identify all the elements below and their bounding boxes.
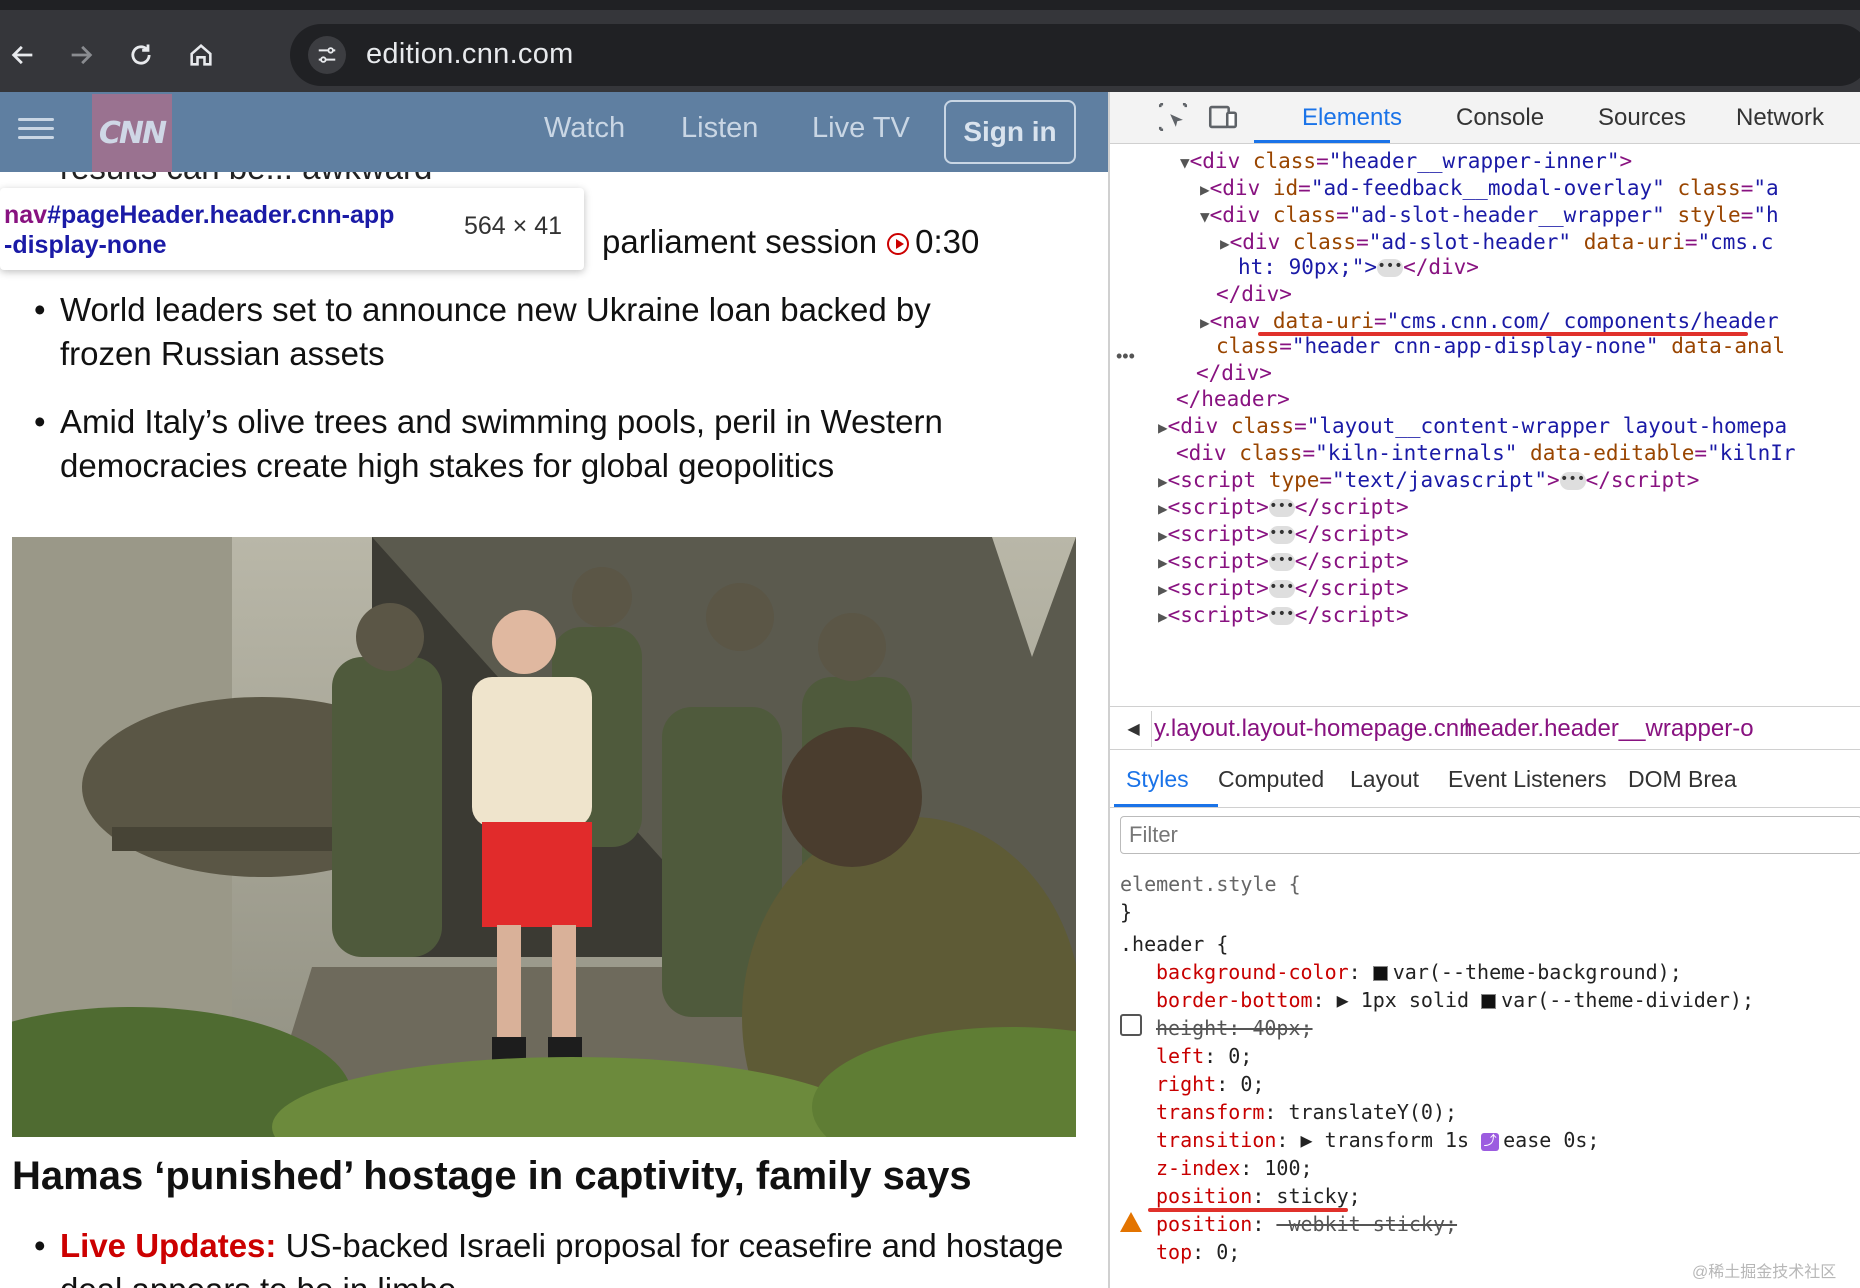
dom-node[interactable]: <div class="kiln-internals" data-editabl… xyxy=(1176,438,1796,468)
node-actions-ellipsis[interactable]: ••• xyxy=(1116,346,1135,367)
dom-node[interactable]: ▶<script type="text/javascript">•••</scr… xyxy=(1158,465,1699,495)
tab-sources[interactable]: Sources xyxy=(1598,104,1686,132)
tab-dom-breakpoints[interactable]: DOM Brea xyxy=(1628,766,1737,793)
dom-tree: ▼<div class="header__wrapper-inner"> ▶<d… xyxy=(1142,144,1860,706)
declaration-checkbox[interactable] xyxy=(1120,1014,1142,1036)
home-icon xyxy=(190,43,212,66)
main-headline[interactable]: Hamas ‘punished’ hostage in captivity, f… xyxy=(12,1154,972,1199)
dom-node[interactable]: ▼<div class="ad-slot-header__wrapper" st… xyxy=(1200,200,1779,230)
cnn-logo[interactable]: CNN xyxy=(92,94,172,172)
dom-node[interactable]: ▶<script>•••</script> xyxy=(1158,600,1409,630)
dom-node[interactable]: ▶<script>•••</script> xyxy=(1158,573,1409,603)
hostage-rescue-photo[interactable] xyxy=(12,537,1076,1137)
styles-rules-pane: element.style { } .header { background-c… xyxy=(1110,862,1860,1288)
tab-console[interactable]: Console xyxy=(1456,104,1544,132)
sign-in-button[interactable]: Sign in xyxy=(944,100,1076,164)
dom-node[interactable]: </div> xyxy=(1216,279,1292,309)
css-declaration[interactable]: right: 0; xyxy=(1156,1072,1264,1096)
breadcrumb-item[interactable]: header.header__wrapper-o xyxy=(1464,715,1754,743)
css-declaration-overridden[interactable]: height: 40px; xyxy=(1156,1016,1313,1040)
list-item[interactable]: World leaders set to announce new Ukrain… xyxy=(30,288,1030,376)
css-declaration[interactable]: background-color: var(--theme-background… xyxy=(1156,960,1682,984)
dom-node[interactable]: ▶<div id="ad-feedback__modal-overlay" cl… xyxy=(1200,173,1779,203)
nav-link-listen[interactable]: Listen xyxy=(681,112,758,145)
video-duration: 0:30 xyxy=(915,223,980,260)
forward-button[interactable] xyxy=(58,32,104,78)
rule-close-brace: } xyxy=(1120,900,1133,924)
reload-icon xyxy=(131,44,151,65)
breadcrumb-scroll-left-icon[interactable]: ◀ xyxy=(1116,711,1152,747)
header-rule-selector[interactable]: .header { xyxy=(1120,932,1228,956)
css-declaration[interactable]: transition: ▶ transform 1s ⤴ ease 0s; xyxy=(1156,1128,1599,1152)
warning-icon xyxy=(1120,1212,1142,1232)
play-icon xyxy=(887,233,910,255)
live-label: Live Updates: xyxy=(60,1227,277,1264)
css-declaration[interactable]: z-index: 100; xyxy=(1156,1156,1313,1180)
css-declaration[interactable]: border-bottom: ▶ 1px solid var(--theme-d… xyxy=(1156,988,1754,1012)
browser-toolbar: edition.cnn.com xyxy=(0,0,1860,92)
hamburger-menu-icon[interactable] xyxy=(18,112,54,148)
address-bar[interactable]: edition.cnn.com xyxy=(290,24,1860,86)
devtools-panel: Elements Console Sources Network ••• ▼<d… xyxy=(1108,92,1860,1288)
tooltip-size: 564 × 41 xyxy=(464,212,563,240)
css-declaration-invalid[interactable]: position: -webkit-sticky; xyxy=(1156,1212,1457,1236)
dom-node[interactable]: ▶<script>•••</script> xyxy=(1158,492,1409,522)
red-annotation-underline xyxy=(1258,332,1748,336)
active-tab-indicator xyxy=(1254,140,1390,143)
dom-node[interactable]: ▼<div class="header__wrapper-inner"> xyxy=(1180,146,1632,176)
watermark: @稀土掘金技术社区 xyxy=(1692,1264,1837,1281)
breadcrumb-item[interactable]: y.layout.layout-homepage.cnn xyxy=(1154,715,1472,743)
styles-filter-input[interactable]: Filter xyxy=(1120,816,1860,854)
css-declaration[interactable]: left: 0; xyxy=(1156,1044,1252,1068)
headline-bullet-list: World leaders set to announce new Ukrain… xyxy=(30,288,1030,512)
arrow-left-icon xyxy=(11,45,33,65)
page-viewport: results can be... awkward CNN Watch List… xyxy=(0,92,1110,1288)
reload-button[interactable] xyxy=(118,32,164,78)
inspect-element-icon[interactable] xyxy=(1156,100,1192,136)
color-swatch[interactable] xyxy=(1372,966,1388,981)
back-button[interactable] xyxy=(0,32,46,78)
devtools-toolbar: Elements Console Sources Network xyxy=(1110,92,1860,144)
tab-network[interactable]: Network xyxy=(1736,104,1824,132)
devtools-inspect-tooltip: nav#pageHeader.header.cnn-app -display-n… xyxy=(0,188,584,270)
cnn-logo-text: CNN xyxy=(98,115,167,151)
live-updates-item[interactable]: Live Updates: US-backed Israeli proposal… xyxy=(30,1224,1090,1288)
list-item[interactable]: Live Updates: US-backed Israeli proposal… xyxy=(30,1224,1090,1288)
dom-node[interactable]: ▶<div class="layout__content-wrapper lay… xyxy=(1158,411,1787,441)
photo-illustration xyxy=(12,537,1076,1137)
nav-link-live-tv[interactable]: Live TV xyxy=(812,112,910,145)
cnn-site-header: CNN Watch Listen Live TV Sign in xyxy=(0,92,1110,172)
filter-placeholder: Filter xyxy=(1129,822,1178,847)
active-styles-tab-indicator xyxy=(1114,804,1218,807)
dom-breadcrumb: ◀ y.layout.layout-homepage.cnn header.he… xyxy=(1110,706,1860,750)
url-text[interactable]: edition.cnn.com xyxy=(366,38,574,71)
parliament-headline[interactable]: parliament session 0:30 xyxy=(602,220,979,264)
dom-node[interactable]: ht: 90px;">•••</div> xyxy=(1238,252,1479,282)
nav-link-watch[interactable]: Watch xyxy=(544,112,625,145)
device-toolbar-icon[interactable] xyxy=(1206,100,1242,136)
easing-editor-icon[interactable]: ⤴ xyxy=(1481,1132,1500,1151)
dom-node[interactable]: ▶<script>•••</script> xyxy=(1158,519,1409,549)
tab-elements[interactable]: Elements xyxy=(1302,104,1402,132)
site-settings-icon[interactable] xyxy=(308,36,346,74)
dom-node[interactable]: ▶<script>•••</script> xyxy=(1158,546,1409,576)
color-swatch[interactable] xyxy=(1481,994,1497,1009)
css-declaration-highlighted[interactable]: position: sticky; xyxy=(1156,1184,1361,1208)
css-declaration[interactable]: transform: translateY(0); xyxy=(1156,1100,1457,1124)
element-style-rule[interactable]: element.style { xyxy=(1120,872,1301,896)
arrow-right-icon xyxy=(71,45,93,65)
tooltip-selector: nav#pageHeader.header.cnn-app -display-n… xyxy=(4,201,395,259)
tab-computed[interactable]: Computed xyxy=(1218,766,1324,793)
dom-node[interactable]: </header> xyxy=(1176,384,1290,414)
tab-styles[interactable]: Styles xyxy=(1126,766,1189,793)
home-button[interactable] xyxy=(178,32,224,78)
tab-layout[interactable]: Layout xyxy=(1350,766,1419,793)
styles-tab-bar: Styles Computed Layout Event Listeners D… xyxy=(1110,750,1860,808)
list-item[interactable]: Amid Italy’s olive trees and swimming po… xyxy=(30,400,1030,488)
tab-event-listeners[interactable]: Event Listeners xyxy=(1448,766,1607,793)
css-declaration[interactable]: top: 0; xyxy=(1156,1240,1240,1264)
